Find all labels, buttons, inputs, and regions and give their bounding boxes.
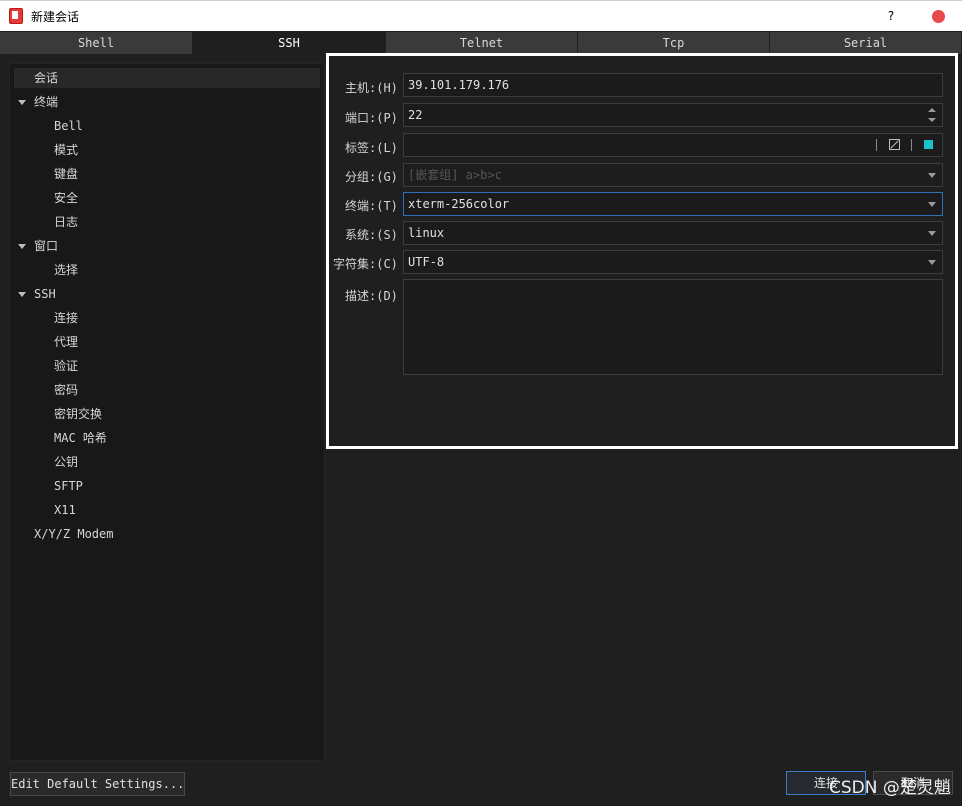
tree-item-session[interactable]: 会话 xyxy=(14,68,320,88)
charset-select[interactable]: UTF-8 xyxy=(403,250,943,274)
watermark: CSDN @楚灵魈 xyxy=(829,778,951,798)
tab-ssh[interactable]: SSH xyxy=(193,32,386,54)
tag-label: 标签:(L) xyxy=(345,141,398,155)
tree-item-sftp[interactable]: SFTP xyxy=(54,476,83,496)
system-value: linux xyxy=(408,226,445,240)
host-label: 主机:(H) xyxy=(345,81,398,95)
tree-item-cipher[interactable]: 密码 xyxy=(54,380,78,400)
group-placeholder: [嵌套组] a>b>c xyxy=(408,168,502,182)
charset-label: 字符集:(C) xyxy=(333,257,398,271)
host-input[interactable]: 39.101.179.176 xyxy=(403,73,943,97)
separator xyxy=(876,139,877,151)
spin-down-icon[interactable] xyxy=(928,118,936,122)
tree-item-selection[interactable]: 选择 xyxy=(54,260,78,280)
clear-color-icon[interactable] xyxy=(889,139,900,150)
port-spinbox[interactable]: 22 xyxy=(403,103,943,127)
tab-shell[interactable]: Shell xyxy=(0,32,193,54)
help-icon[interactable]: ? xyxy=(884,7,898,25)
tab-tcp[interactable]: Tcp xyxy=(578,32,770,54)
tree-item-connection[interactable]: 连接 xyxy=(54,308,78,328)
tree-item-pubkey[interactable]: 公钥 xyxy=(54,452,78,472)
chevron-down-icon[interactable] xyxy=(928,260,936,265)
description-label: 描述:(D) xyxy=(345,289,398,303)
port-value: 22 xyxy=(408,108,423,122)
tree-item-mac[interactable]: MAC 哈希 xyxy=(54,428,107,448)
expand-caret-icon[interactable] xyxy=(18,292,26,297)
port-label: 端口:(P) xyxy=(345,111,398,125)
chevron-down-icon[interactable] xyxy=(928,202,936,207)
window-title: 新建会话 xyxy=(31,10,80,24)
tree-item-terminal[interactable]: 终端 xyxy=(34,92,58,112)
edit-default-settings-button[interactable]: Edit Default Settings... xyxy=(10,772,185,796)
tree-item-auth[interactable]: 验证 xyxy=(54,356,78,376)
system-select[interactable]: linux xyxy=(403,221,943,245)
tab-serial[interactable]: Serial xyxy=(770,32,962,54)
group-select[interactable]: [嵌套组] a>b>c xyxy=(403,163,943,187)
tree-item-mode[interactable]: 模式 xyxy=(54,140,78,160)
protocol-tabs: Shell SSH Telnet Tcp Serial xyxy=(0,32,962,54)
terminal-label: 终端:(T) xyxy=(345,199,398,213)
expand-caret-icon[interactable] xyxy=(18,100,26,105)
expand-caret-icon[interactable] xyxy=(18,244,26,249)
tab-telnet[interactable]: Telnet xyxy=(386,32,578,54)
close-icon[interactable] xyxy=(932,10,945,23)
title-bar: 新建会话 ? xyxy=(0,0,962,31)
terminal-value: xterm-256color xyxy=(408,197,510,211)
chevron-down-icon[interactable] xyxy=(928,173,936,178)
description-textarea[interactable] xyxy=(403,279,943,375)
settings-tree: 会话 终端 Bell 模式 键盘 安全 日志 窗口 选择 SSH 连接 代理 验… xyxy=(9,63,325,761)
spin-up-icon[interactable] xyxy=(928,108,936,112)
group-label: 分组:(G) xyxy=(345,170,398,184)
tree-item-ssh[interactable]: SSH xyxy=(34,284,56,304)
separator xyxy=(911,139,912,151)
tree-item-log[interactable]: 日志 xyxy=(54,212,78,232)
charset-value: UTF-8 xyxy=(408,255,445,269)
tag-color-icon[interactable] xyxy=(924,140,933,149)
tree-item-security[interactable]: 安全 xyxy=(54,188,78,208)
tree-item-modem[interactable]: X/Y/Z Modem xyxy=(34,524,113,544)
app-icon xyxy=(9,8,23,24)
terminal-select[interactable]: xterm-256color xyxy=(403,192,943,216)
system-label: 系统:(S) xyxy=(345,228,398,242)
tree-item-keyboard[interactable]: 键盘 xyxy=(54,164,78,184)
tree-item-x11[interactable]: X11 xyxy=(54,500,76,520)
tree-item-bell[interactable]: Bell xyxy=(54,116,83,136)
chevron-down-icon[interactable] xyxy=(928,231,936,236)
tag-input[interactable] xyxy=(403,133,943,157)
tree-item-proxy[interactable]: 代理 xyxy=(54,332,78,352)
tree-item-kex[interactable]: 密钥交换 xyxy=(54,404,102,424)
tree-item-window[interactable]: 窗口 xyxy=(34,236,58,256)
